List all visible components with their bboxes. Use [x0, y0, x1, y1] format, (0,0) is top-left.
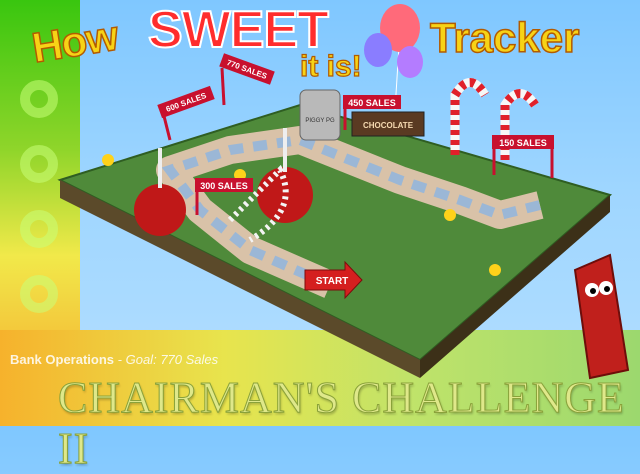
milestone-label-150: 150 SALES: [499, 138, 547, 148]
title-tracker: Tracker: [429, 13, 580, 62]
milestone-label-450: 450 SALES: [348, 98, 396, 108]
team-goal-line: Bank Operations - Goal: 770 Sales: [10, 352, 219, 367]
flower-3: [444, 209, 456, 221]
goal-value: 770 Sales: [160, 352, 219, 367]
piggy-bank-tablet: [299, 89, 341, 141]
balloon-blue: [364, 33, 392, 67]
candy-apple-stick-1: [158, 148, 162, 188]
candy-mascot: [573, 253, 630, 380]
title-it-is: it is!: [299, 49, 362, 83]
candy-apple-1: [134, 184, 186, 236]
milestone-sign-770: 770 SALES: [219, 53, 275, 106]
milestone-label-300: 300 SALES: [200, 181, 248, 191]
challenge-title: CHAIRMAN'S CHALLENGE II: [58, 373, 625, 474]
team-name: Bank Operations: [10, 352, 115, 367]
chocolate-label: CHOCOLATE: [363, 121, 414, 130]
balloon-purple: [397, 46, 423, 78]
flower-1: [102, 154, 114, 166]
flower-2: [489, 264, 501, 276]
piggy-label: PIGGY PG: [305, 118, 335, 124]
start-label: START: [316, 276, 349, 287]
candy-apple-stick-2: [283, 128, 287, 172]
goal-prefix: Goal:: [125, 352, 157, 367]
milestone-sign-600: 600 SALES: [157, 85, 215, 141]
